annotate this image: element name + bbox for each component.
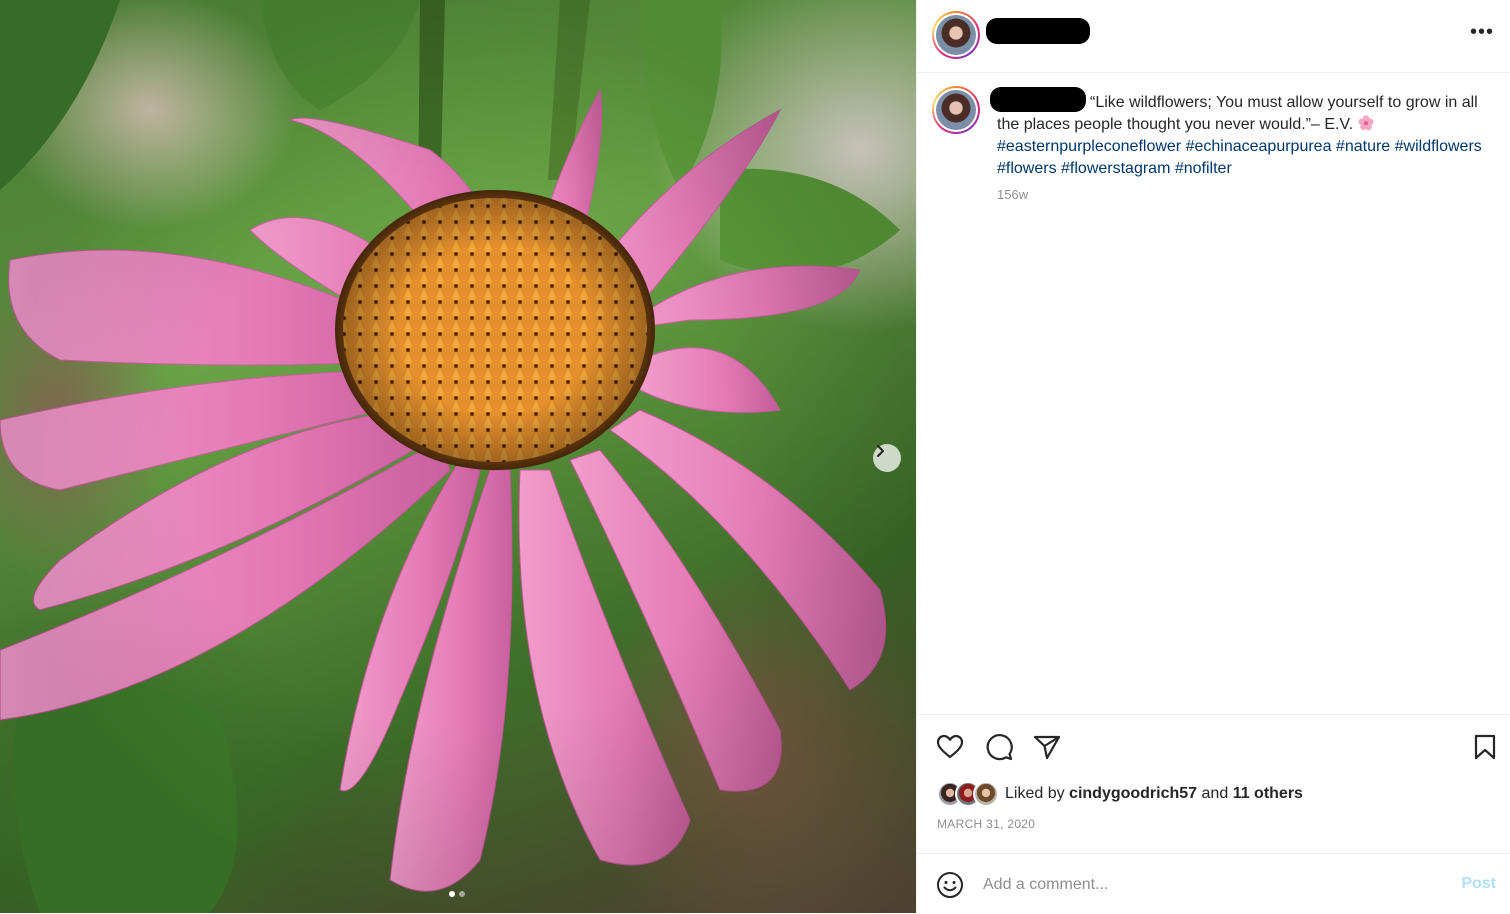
hashtag-link[interactable]: #easternpurpleconeflower xyxy=(997,138,1181,155)
more-horizontal-icon: ••• xyxy=(1469,21,1494,43)
hashtag-link[interactable]: #nofilter xyxy=(1175,160,1232,177)
smile-icon[interactable] xyxy=(936,871,964,899)
comment-icon[interactable] xyxy=(984,732,1014,762)
hashtag-link[interactable]: #wildflowers xyxy=(1395,138,1482,155)
hashtag-link[interactable]: #flowerstagram xyxy=(1061,160,1170,177)
redacted-username xyxy=(986,18,1090,44)
likes-summary: Liked by cindygoodrich57 and 11 others xyxy=(937,781,1303,807)
likes-prefix: Liked by xyxy=(1005,785,1065,802)
caption-quote: “Like wildflowers; You must allow yourse… xyxy=(997,94,1478,133)
heart-icon[interactable] xyxy=(935,732,965,762)
post-comment-button[interactable]: Post xyxy=(1461,875,1496,893)
others-likes-link[interactable]: 11 others xyxy=(1233,785,1303,802)
caption-text: “Like wildflowers; You must allow yourse… xyxy=(997,92,1487,180)
liker-avatar[interactable] xyxy=(973,781,999,807)
carousel-dot-active xyxy=(449,891,455,897)
likes-joiner: and xyxy=(1201,785,1229,802)
caption-time-ago[interactable]: 156w xyxy=(997,187,1028,202)
next-slide-button[interactable] xyxy=(873,444,901,472)
post-header: ••• xyxy=(917,0,1510,73)
more-options-button[interactable]: ••• xyxy=(1470,22,1494,42)
caption-author-avatar[interactable] xyxy=(932,86,980,134)
liker-username-link[interactable]: cindygoodrich57 xyxy=(1069,785,1197,802)
cherry-blossom-icon xyxy=(1358,115,1374,131)
coneflower-illustration xyxy=(0,0,916,913)
post-date[interactable]: MARCH 31, 2020 xyxy=(937,817,1035,831)
hashtag-link[interactable]: #nature xyxy=(1336,138,1390,155)
hashtag-link[interactable]: #echinaceapurpurea xyxy=(1186,138,1332,155)
comment-input[interactable] xyxy=(983,872,1423,898)
likes-text: Liked by cindygoodrich57 and 11 others xyxy=(1005,785,1303,803)
carousel-indicator xyxy=(449,891,465,897)
carousel-dot xyxy=(459,891,465,897)
post-photo[interactable] xyxy=(0,0,916,913)
action-bar xyxy=(917,714,1510,777)
comment-bar: Post xyxy=(917,853,1510,914)
author-avatar[interactable] xyxy=(932,11,980,59)
share-icon[interactable] xyxy=(1032,732,1062,762)
post-side-panel: ••• “Like wildflowers; You must allow yo… xyxy=(916,0,1510,913)
hashtag-link[interactable]: #flowers xyxy=(997,160,1057,177)
chevron-right-icon xyxy=(877,445,884,457)
bookmark-icon[interactable] xyxy=(1470,732,1500,762)
